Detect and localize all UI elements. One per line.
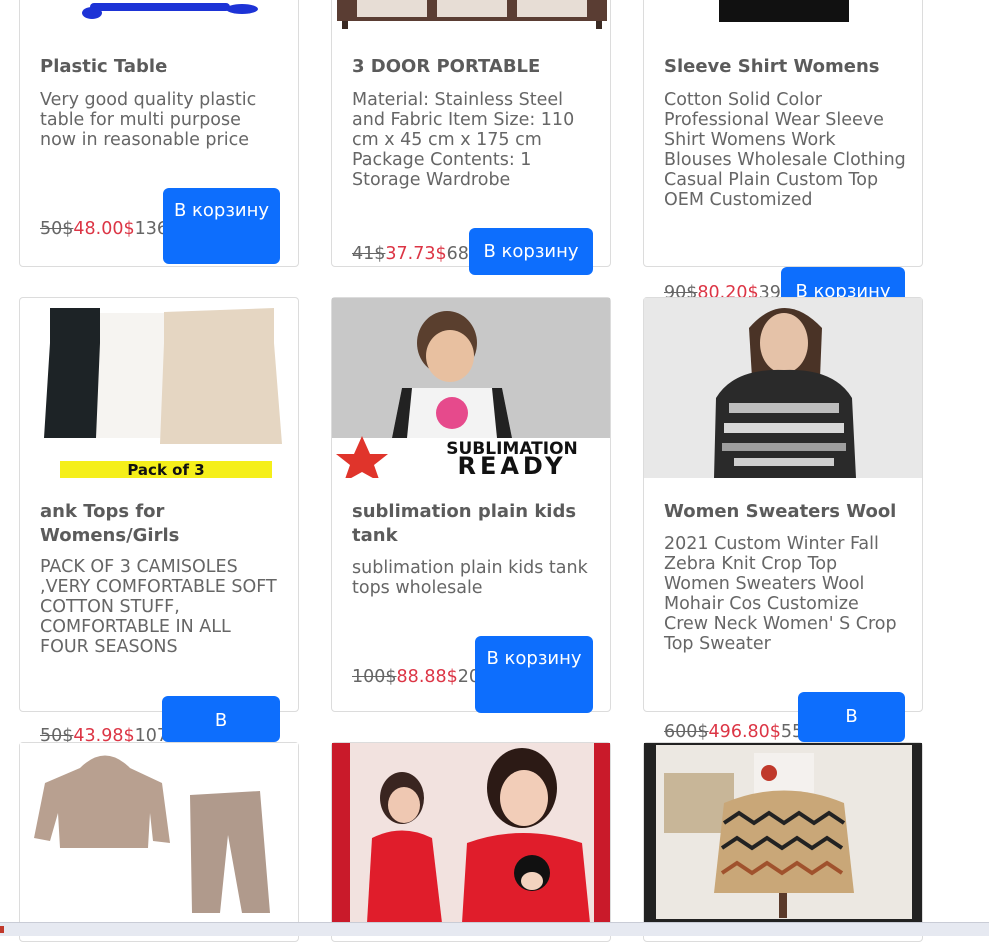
product-image[interactable]: Pack of 3 bbox=[20, 298, 298, 478]
product-card: Pack of 3 ank Tops for Womens/Girls PACK… bbox=[19, 297, 299, 712]
product-card: Women Sweaters Wool 2021 Custom Winter F… bbox=[643, 297, 923, 712]
product-price: 41$37.73$68 bbox=[352, 244, 469, 264]
product-title[interactable]: ank Tops for Womens/Girls bbox=[40, 500, 280, 548]
product-image[interactable] bbox=[332, 743, 610, 923]
product-card: Sleeve Shirt Womens Cotton Solid Color P… bbox=[643, 0, 923, 267]
product-description: 2021 Custom Winter Fall Zebra Knit Crop … bbox=[664, 534, 897, 654]
add-to-cart-button[interactable]: В bbox=[162, 696, 280, 742]
notification-marker bbox=[0, 926, 4, 933]
product-card bbox=[331, 742, 611, 942]
product-image[interactable] bbox=[644, 0, 922, 31]
sale-price: 496.80$ bbox=[708, 722, 781, 742]
product-image[interactable] bbox=[332, 0, 610, 31]
product-title[interactable]: sublimation plain kids tank bbox=[352, 500, 592, 548]
old-price: 600$ bbox=[664, 722, 709, 742]
old-price: 41$ bbox=[352, 244, 386, 264]
add-to-cart-button[interactable]: В корзину bbox=[475, 636, 593, 713]
product-description: sublimation plain kids tank tops wholesa… bbox=[352, 558, 588, 598]
product-card bbox=[643, 742, 923, 942]
product-price: 50$48.00$136 bbox=[40, 219, 168, 239]
old-price: 100$ bbox=[352, 667, 397, 687]
product-price: 600$496.80$55 bbox=[664, 722, 803, 742]
add-to-cart-button[interactable]: В bbox=[798, 692, 905, 742]
product-description: PACK OF 3 CAMISOLES ,VERY COMFORTABLE SO… bbox=[40, 557, 277, 657]
old-price: 50$ bbox=[40, 219, 74, 239]
product-image[interactable] bbox=[644, 298, 922, 478]
product-description: Very good quality plastic table for mult… bbox=[40, 90, 257, 150]
product-description: Cotton Solid Color Professional Wear Sle… bbox=[664, 90, 906, 210]
product-title[interactable]: Plastic Table bbox=[40, 55, 280, 79]
stock-count: 68 bbox=[446, 244, 469, 264]
product-image[interactable] bbox=[20, 743, 298, 923]
horizontal-scrollbar[interactable] bbox=[0, 922, 989, 936]
add-to-cart-button[interactable]: В корзину bbox=[163, 188, 280, 264]
sale-price: 48.00$ bbox=[73, 219, 135, 239]
product-image[interactable] bbox=[20, 0, 298, 31]
sale-price: 37.73$ bbox=[385, 244, 447, 264]
product-title[interactable]: 3 DOOR PORTABLE bbox=[352, 55, 592, 79]
sale-price: 88.88$ bbox=[396, 667, 458, 687]
product-title[interactable]: Women Sweaters Wool bbox=[664, 500, 904, 524]
product-description: Material: Stainless Steel and Fabric Ite… bbox=[352, 90, 575, 190]
product-image[interactable] bbox=[644, 743, 922, 923]
add-to-cart-button[interactable]: В корзину bbox=[469, 228, 593, 275]
product-title[interactable]: Sleeve Shirt Womens bbox=[664, 55, 904, 79]
product-price: 100$88.88$20 bbox=[352, 667, 480, 687]
product-image[interactable]: SUBLIMATION READY bbox=[332, 298, 610, 478]
image-caption-2: READY bbox=[457, 452, 566, 478]
product-card: SUBLIMATION READY sublimation plain kids… bbox=[331, 297, 611, 713]
product-card: 3 DOOR PORTABLE Material: Stainless Stee… bbox=[331, 0, 611, 275]
product-card: Plastic Table Very good quality plastic … bbox=[19, 0, 299, 267]
product-card bbox=[19, 742, 299, 942]
image-caption: Pack of 3 bbox=[127, 461, 204, 478]
